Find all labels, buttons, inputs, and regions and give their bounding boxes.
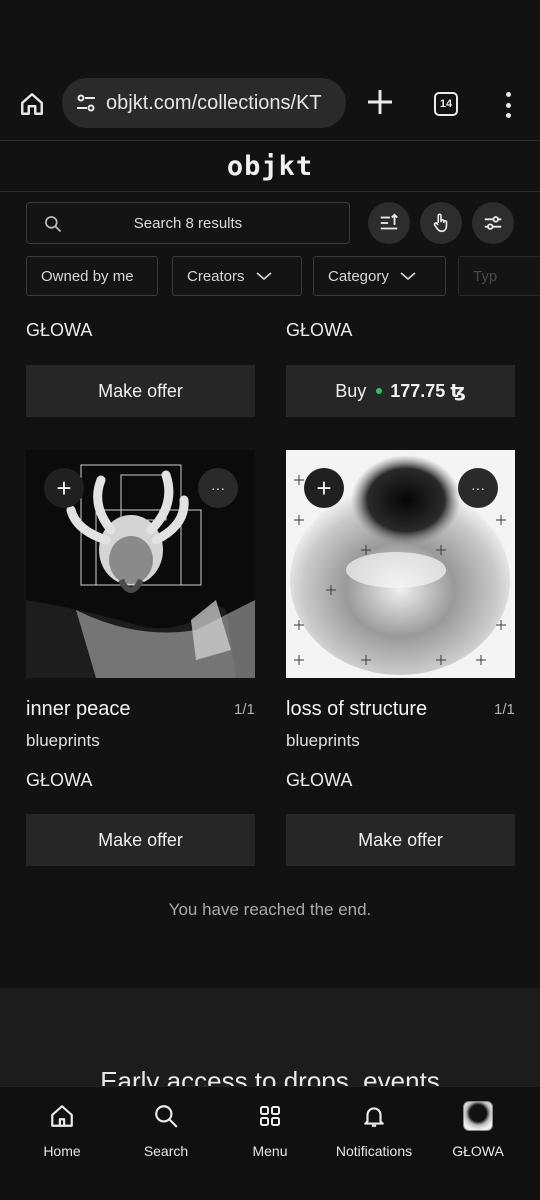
- plus-icon: +: [316, 473, 332, 503]
- sort-icon: [380, 213, 398, 230]
- sliders-icon: [484, 216, 502, 230]
- chevron-down-icon: [400, 272, 416, 281]
- price: 177.75 ꜩ: [390, 380, 466, 401]
- browser-menu-icon[interactable]: [498, 90, 518, 120]
- add-to-collection-button[interactable]: +: [44, 468, 84, 508]
- make-offer-button[interactable]: Make offer: [26, 814, 255, 866]
- artist-name[interactable]: GŁOWA: [286, 320, 352, 341]
- plus-icon: +: [56, 473, 72, 503]
- edition-count: 1/1: [234, 701, 255, 718]
- site-settings-icon[interactable]: [74, 91, 98, 115]
- collection-name[interactable]: blueprints: [286, 731, 360, 751]
- home-icon: [47, 1101, 77, 1131]
- nav-search[interactable]: Search: [118, 1101, 214, 1159]
- sort-button[interactable]: [368, 202, 410, 244]
- filter-type[interactable]: Typ: [458, 256, 540, 296]
- search-icon: [45, 216, 62, 233]
- add-to-collection-button[interactable]: +: [304, 468, 344, 508]
- more-icon: ···: [211, 480, 225, 496]
- edition-count: 1/1: [494, 701, 515, 718]
- more-options-button[interactable]: ···: [458, 468, 498, 508]
- token-title[interactable]: inner peace: [26, 698, 131, 721]
- url-text[interactable]: objkt.com/collections/KT: [106, 92, 322, 115]
- artist-name[interactable]: GŁOWA: [286, 770, 352, 791]
- bell-icon: [359, 1101, 389, 1131]
- collection-name[interactable]: blueprints: [26, 731, 100, 751]
- token-title[interactable]: loss of structure: [286, 698, 427, 721]
- avatar: [463, 1101, 493, 1131]
- grid-icon: [255, 1101, 285, 1131]
- interaction-mode-button[interactable]: [420, 202, 462, 244]
- search-input[interactable]: Search 8 results: [26, 202, 350, 244]
- filter-category[interactable]: Category: [313, 256, 446, 296]
- search-placeholder: Search 8 results: [133, 214, 243, 232]
- end-of-list-message: You have reached the end.: [168, 900, 372, 919]
- nav-home[interactable]: Home: [14, 1101, 110, 1159]
- browser-toolbar: objkt.com/collections/KT 14: [0, 60, 540, 140]
- artwork-image[interactable]: + ···: [26, 450, 255, 678]
- browser-home-icon[interactable]: [14, 86, 50, 122]
- make-offer-button[interactable]: Make offer: [26, 365, 255, 417]
- artwork-image[interactable]: + ···: [286, 450, 515, 678]
- make-offer-button[interactable]: Make offer: [286, 814, 515, 866]
- filter-chips: Owned by me Creators Category Typ: [26, 256, 540, 298]
- new-tab-icon[interactable]: [364, 86, 396, 118]
- nav-notifications[interactable]: Notifications: [326, 1101, 422, 1159]
- search-icon: [151, 1101, 181, 1131]
- filter-owned-by-me[interactable]: Owned by me: [26, 256, 158, 296]
- nav-profile[interactable]: GŁOWA: [430, 1101, 526, 1159]
- hand-pointer-icon: [433, 213, 448, 233]
- more-icon: ···: [471, 480, 485, 496]
- artist-name[interactable]: GŁOWA: [26, 320, 92, 341]
- chevron-down-icon: [255, 272, 272, 281]
- filter-settings-button[interactable]: [472, 202, 514, 244]
- nav-menu[interactable]: Menu: [222, 1101, 318, 1159]
- address-bar[interactable]: objkt.com/collections/KT: [62, 78, 346, 128]
- filter-creators[interactable]: Creators: [172, 256, 302, 296]
- more-options-button[interactable]: ···: [198, 468, 238, 508]
- tab-switcher-button[interactable]: 14: [434, 92, 458, 116]
- bottom-navigation: Home Search Menu Notifications GŁOWA: [0, 1086, 540, 1200]
- artist-name[interactable]: GŁOWA: [26, 770, 92, 791]
- site-header: objkt: [0, 140, 540, 192]
- buy-button[interactable]: Buy 177.75 ꜩ: [286, 365, 515, 417]
- site-logo[interactable]: objkt: [227, 151, 313, 182]
- listed-indicator: [376, 388, 383, 394]
